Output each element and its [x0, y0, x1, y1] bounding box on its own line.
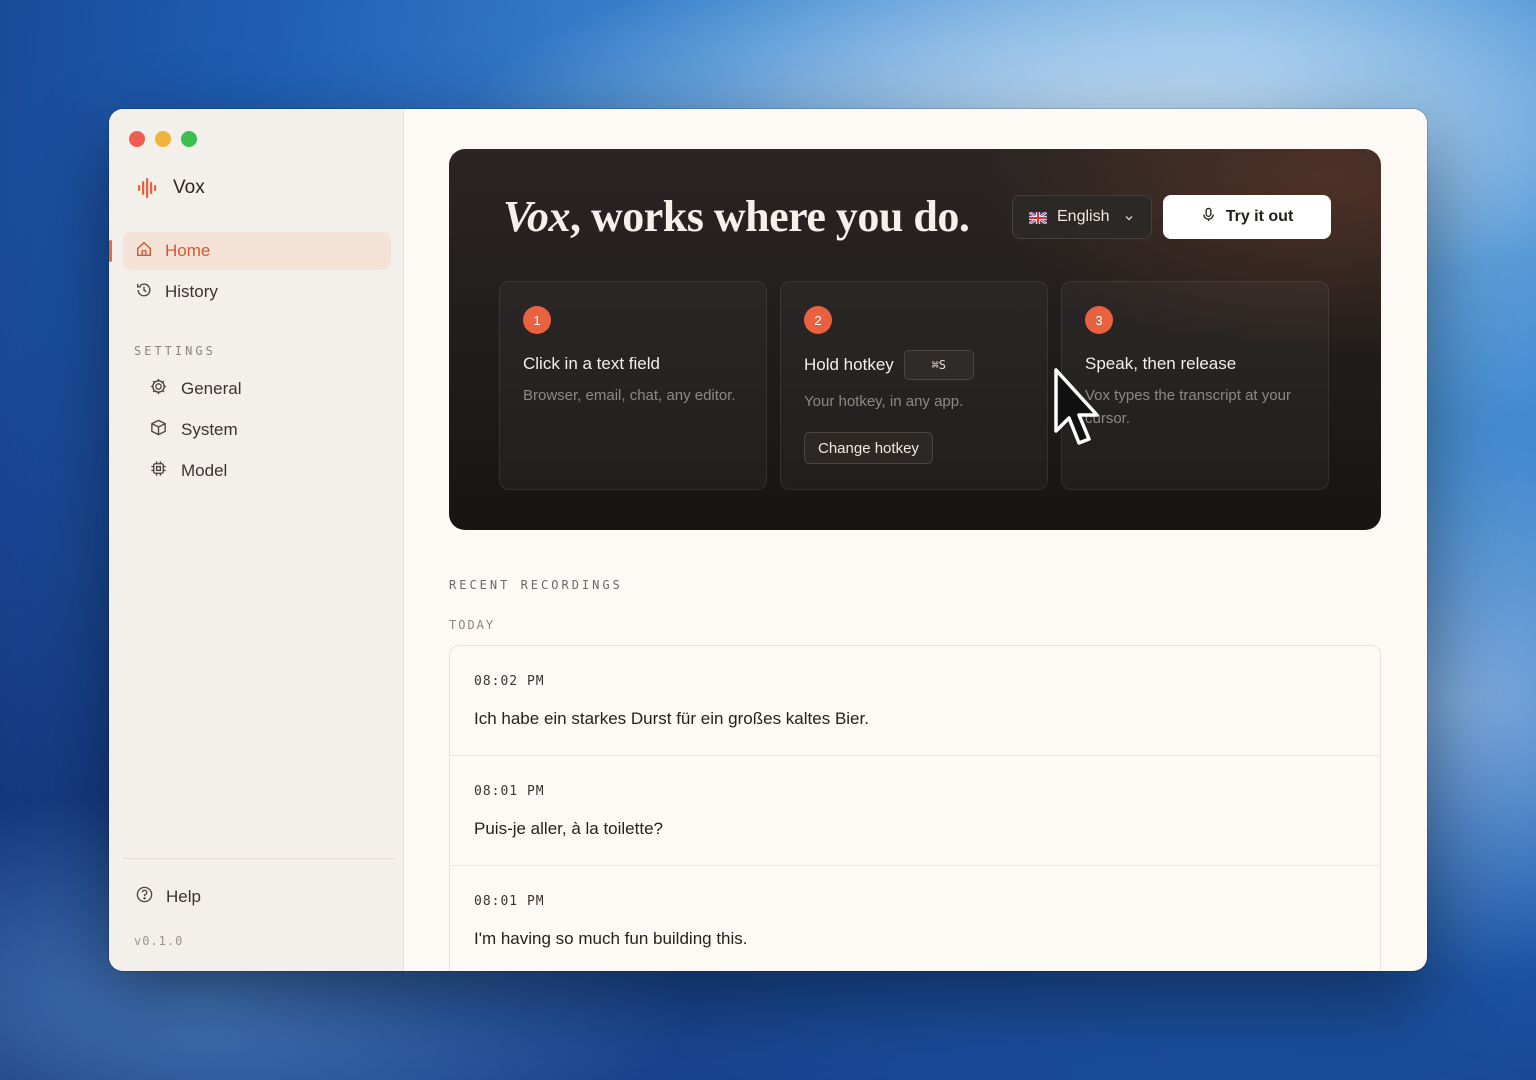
recording-item[interactable]: 08:01 PM Puis-je aller, à la toilette? [450, 756, 1380, 866]
sidebar-item-home[interactable]: Home [123, 232, 391, 270]
sidebar-item-history[interactable]: History [123, 273, 391, 311]
change-hotkey-button[interactable]: Change hotkey [804, 432, 933, 464]
sidebar-item-label: History [165, 282, 218, 301]
recording-time: 08:01 PM [474, 784, 545, 799]
step-card-1: 1 Click in a text field Browser, email, … [499, 281, 767, 490]
hotkey-row: Hold hotkey ⌘S [804, 350, 974, 380]
gear-icon [149, 377, 168, 401]
sidebar: Vox Home History SETTINGS General System… [109, 109, 404, 971]
mouse-pointer-icon [1052, 367, 1108, 453]
window-controls [129, 131, 197, 147]
uk-flag-icon [1028, 211, 1048, 225]
language-select[interactable]: English [1012, 195, 1152, 239]
date-group-label: TODAY [449, 618, 496, 632]
home-icon [135, 240, 153, 263]
step-title: Hold hotkey [804, 355, 894, 374]
history-icon [135, 281, 153, 304]
settings-section-label: SETTINGS [134, 344, 216, 358]
language-label: English [1057, 208, 1110, 225]
close-window-button[interactable] [129, 131, 145, 147]
main-content: Vox, works where you do. English Try it … [404, 109, 1427, 971]
step-description: Browser, email, chat, any editor. [523, 387, 736, 404]
app-window: Vox Home History SETTINGS General System… [109, 109, 1427, 971]
step-number: 1 [523, 306, 551, 334]
sidebar-item-label: Model [181, 461, 228, 480]
hero-title: Vox, works where you do. [503, 191, 970, 242]
help-icon [135, 885, 154, 909]
recording-time: 08:01 PM [474, 894, 545, 909]
minimize-window-button[interactable] [155, 131, 171, 147]
recordings-list: 08:02 PM Ich habe ein starkes Durst für … [449, 645, 1381, 971]
hotkey-badge: ⌘S [903, 350, 974, 380]
sidebar-item-help[interactable]: Help [135, 885, 201, 909]
sidebar-divider [123, 858, 395, 859]
active-indicator [109, 240, 112, 262]
app-name: Vox [173, 177, 205, 198]
hero-title-rest: , works where you do. [569, 192, 970, 241]
cube-icon [149, 418, 168, 442]
step-description: Your hotkey, in any app. [804, 393, 964, 410]
recording-time: 08:02 PM [474, 674, 545, 689]
chevron-down-icon [1123, 211, 1135, 223]
sidebar-item-label: General [181, 379, 242, 398]
sidebar-item-label: Home [165, 241, 211, 260]
app-brand: Vox [137, 177, 205, 199]
version-label: v0.1.0 [134, 934, 184, 948]
try-button-label: Try it out [1225, 208, 1294, 225]
step-number: 2 [804, 306, 832, 334]
step-card-2: 2 Hold hotkey ⌘S Your hotkey, in any app… [780, 281, 1048, 490]
onboarding-hero: Vox, works where you do. English Try it … [449, 149, 1381, 530]
sidebar-item-general[interactable]: General [137, 371, 387, 407]
sidebar-item-system[interactable]: System [137, 412, 387, 448]
step-number: 3 [1085, 306, 1113, 334]
recording-transcript: Ich habe ein starkes Durst für ein große… [474, 709, 869, 728]
zoom-window-button[interactable] [181, 131, 197, 147]
step-description: Vox types the transcript at your cursor. [1085, 387, 1291, 427]
recording-item[interactable]: 08:01 PM I'm having so much fun building… [450, 866, 1380, 971]
sidebar-item-model[interactable]: Model [137, 453, 387, 489]
recording-item[interactable]: 08:02 PM Ich habe ein starkes Durst für … [450, 646, 1380, 756]
waveform-icon [137, 177, 161, 199]
recording-transcript: Puis-je aller, à la toilette? [474, 819, 663, 838]
sidebar-item-label: Help [166, 887, 201, 906]
sidebar-item-label: System [181, 420, 238, 439]
microphone-icon [1201, 207, 1216, 227]
step-title: Click in a text field [523, 354, 660, 373]
try-it-out-button[interactable]: Try it out [1163, 195, 1331, 239]
hero-title-brand: Vox [503, 192, 570, 241]
recent-recordings-heading: RECENT RECORDINGS [449, 578, 623, 592]
chip-icon [149, 459, 168, 483]
recording-transcript: I'm having so much fun building this. [474, 929, 748, 948]
